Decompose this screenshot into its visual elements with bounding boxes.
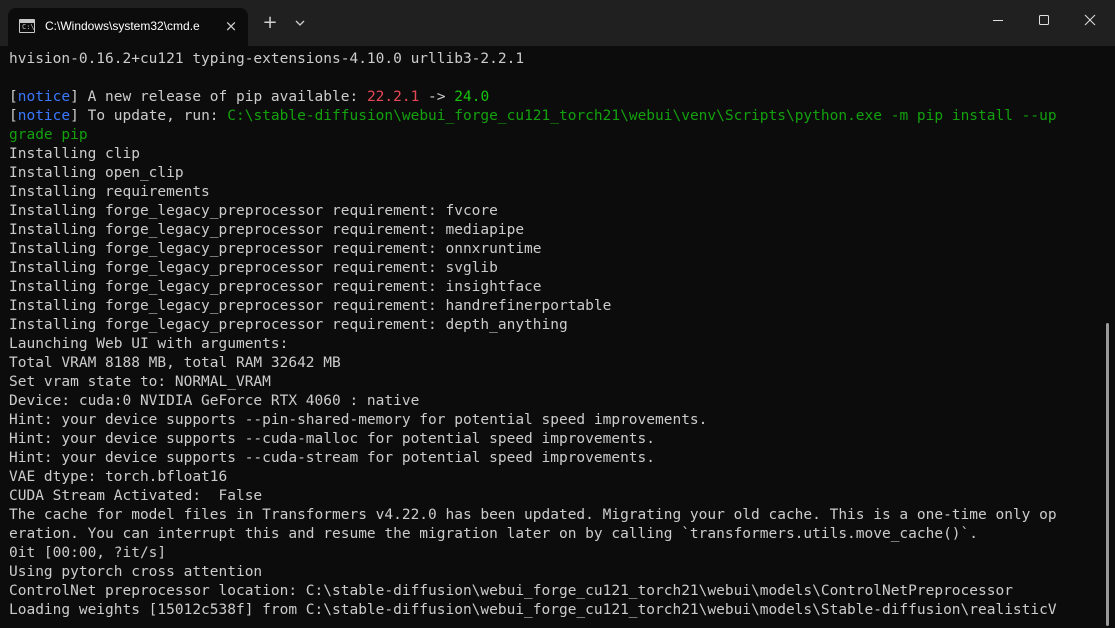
- console-line: Installing forge_legacy_preprocessor req…: [9, 278, 1057, 297]
- console-text: [: [9, 108, 18, 124]
- maximize-button[interactable]: [1021, 0, 1067, 40]
- console-line: Total VRAM 8188 MB, total RAM 32642 MB: [9, 354, 1057, 373]
- new-tab-button[interactable]: +: [260, 13, 280, 33]
- tab-cmd[interactable]: C:\ C:\Windows\system32\cmd.e ×: [8, 8, 248, 46]
- console-line: ControlNet preprocessor location: C:\sta…: [9, 582, 1057, 601]
- console-text: CUDA Stream Activated: False: [9, 488, 263, 504]
- console-line: Hint: your device supports --pin-shared-…: [9, 411, 1057, 430]
- title-bar: C:\ C:\Windows\system32\cmd.e × +: [0, 0, 1115, 46]
- console-text: Installing requirements: [9, 184, 210, 200]
- console-text: Installing forge_legacy_preprocessor req…: [9, 241, 542, 257]
- scrollbar[interactable]: [1106, 323, 1109, 626]
- chevron-down-icon[interactable]: [291, 14, 309, 32]
- cmd-icon: C:\: [19, 19, 35, 33]
- console-text: ControlNet preprocessor location: C:\sta…: [9, 583, 1013, 599]
- console-text: Installing forge_legacy_preprocessor req…: [9, 222, 525, 238]
- console-line: 0it [00:00, ?it/s]: [9, 544, 1057, 563]
- console-text: ->: [419, 89, 455, 105]
- console-line: CUDA Stream Activated: False: [9, 487, 1057, 506]
- console-line: [notice] A new release of pip available:…: [9, 88, 1057, 107]
- console-line: Installing forge_legacy_preprocessor req…: [9, 221, 1057, 240]
- console-line: Device: cuda:0 NVIDIA GeForce RTX 4060 :…: [9, 392, 1057, 411]
- console-text: Total VRAM 8188 MB, total RAM 32642 MB: [9, 355, 341, 371]
- console-line: Installing requirements: [9, 183, 1057, 202]
- console-text: 22.2.1: [366, 89, 420, 105]
- console-text: C:\stable-diffusion\webui_forge_cu121_to…: [227, 108, 1057, 124]
- console-text: Using pytorch cross attention: [9, 564, 263, 580]
- console-text: Hint: your device supports --cuda-stream…: [9, 450, 656, 466]
- console-text: 0it [00:00, ?it/s]: [9, 545, 167, 561]
- console-text: Installing open_clip: [9, 165, 184, 181]
- tab-title: C:\Windows\system32\cmd.e: [45, 19, 200, 33]
- console-line: Installing forge_legacy_preprocessor req…: [9, 297, 1057, 316]
- console-text: Installing forge_legacy_preprocessor req…: [9, 279, 542, 295]
- console-text: Hint: your device supports --pin-shared-…: [9, 412, 708, 428]
- console-text: 24.0: [454, 89, 490, 105]
- console-text: Launching Web UI with arguments:: [9, 336, 289, 352]
- console-line: Hint: your device supports --cuda-stream…: [9, 449, 1057, 468]
- console-line: VAE dtype: torch.bfloat16: [9, 468, 1057, 487]
- console-text: ] A new release of pip available:: [70, 89, 367, 105]
- terminal-output[interactable]: hvision-0.16.2+cu121 typing-extensions-4…: [0, 46, 1115, 628]
- console-line: Hint: your device supports --cuda-malloc…: [9, 430, 1057, 449]
- console-text: Set vram state to: NORMAL_VRAM: [9, 374, 271, 390]
- console-line: Installing forge_legacy_preprocessor req…: [9, 316, 1057, 335]
- console-line: Installing forge_legacy_preprocessor req…: [9, 259, 1057, 278]
- console-lines: hvision-0.16.2+cu121 typing-extensions-4…: [9, 50, 1057, 620]
- console-text: Installing forge_legacy_preprocessor req…: [9, 298, 612, 314]
- console-line: [notice] To update, run: C:\stable-diffu…: [9, 107, 1057, 126]
- console-text: The cache for model files in Transformer…: [9, 507, 1057, 523]
- console-text: Installing clip: [9, 146, 140, 162]
- console-text: hvision-0.16.2+cu121 typing-extensions-4…: [9, 51, 525, 67]
- console-line: grade pip: [9, 126, 1057, 145]
- terminal-window: C:\ C:\Windows\system32\cmd.e × + hvisio…: [0, 0, 1115, 628]
- console-line: Loading weights [15012c538f] from C:\sta…: [9, 601, 1057, 620]
- console-line: hvision-0.16.2+cu121 typing-extensions-4…: [9, 50, 1057, 69]
- console-text: Installing forge_legacy_preprocessor req…: [9, 203, 498, 219]
- console-line: Installing forge_legacy_preprocessor req…: [9, 202, 1057, 221]
- console-text: Device: cuda:0 NVIDIA GeForce RTX 4060 :…: [9, 393, 420, 409]
- console-line: Installing clip: [9, 145, 1057, 164]
- console-text: ] To update, run:: [70, 108, 228, 124]
- console-text: grade pip: [9, 127, 88, 143]
- console-text: Loading weights [15012c538f] from C:\sta…: [9, 602, 1057, 618]
- console-line: Installing forge_legacy_preprocessor req…: [9, 240, 1057, 259]
- console-line: Using pytorch cross attention: [9, 563, 1057, 582]
- console-text: [: [9, 89, 18, 105]
- console-text: Hint: your device supports --cuda-malloc…: [9, 431, 656, 447]
- console-text: Installing forge_legacy_preprocessor req…: [9, 260, 498, 276]
- console-line: Launching Web UI with arguments:: [9, 335, 1057, 354]
- console-text: eration. You can interrupt this and resu…: [9, 526, 979, 542]
- console-line: Set vram state to: NORMAL_VRAM: [9, 373, 1057, 392]
- console-line: eration. You can interrupt this and resu…: [9, 525, 1057, 544]
- close-tab-icon[interactable]: ×: [223, 18, 239, 34]
- minimize-button[interactable]: [975, 0, 1021, 40]
- console-line: Installing open_clip: [9, 164, 1057, 183]
- console-line: The cache for model files in Transformer…: [9, 506, 1057, 525]
- close-window-button[interactable]: [1067, 0, 1113, 40]
- console-text: notice: [17, 108, 71, 124]
- console-text: VAE dtype: torch.bfloat16: [9, 469, 228, 485]
- console-text: notice: [17, 89, 71, 105]
- console-text: Installing forge_legacy_preprocessor req…: [9, 317, 568, 333]
